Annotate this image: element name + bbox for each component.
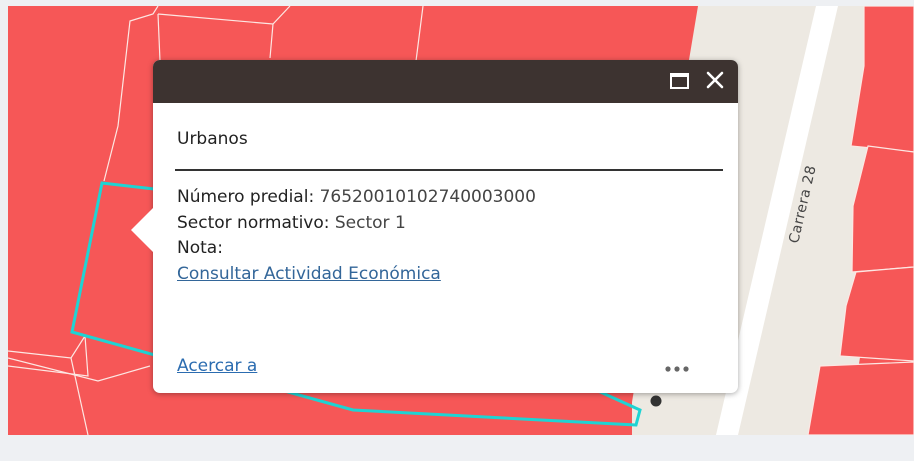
more-actions-button[interactable]: [659, 359, 699, 379]
map-application: Carrera 28 Urbanos Número predial: 76520…: [0, 0, 914, 461]
more-icon: [665, 366, 689, 372]
popup-header: [153, 60, 738, 103]
numero-predial-value: 76520010102740003000: [319, 187, 536, 207]
feature-popup: Urbanos Número predial: 7652001010274000…: [131, 60, 738, 393]
location-point-marker[interactable]: [650, 395, 662, 407]
numero-predial-label: Número predial:: [177, 187, 315, 207]
maximize-button[interactable]: [665, 66, 695, 96]
consultar-actividad-link[interactable]: Consultar Actividad Económica: [177, 264, 441, 284]
popup-content: Número predial: 76520010102740003000 Sec…: [177, 185, 536, 287]
zoom-to-link[interactable]: Acercar a: [177, 356, 257, 376]
popup-title: Urbanos: [177, 129, 248, 149]
nota-label: Nota:: [177, 238, 223, 258]
title-divider: [175, 169, 723, 171]
close-icon: [706, 71, 724, 89]
close-button[interactable]: [701, 66, 731, 96]
field-actividad: Consultar Actividad Económica: [177, 262, 536, 288]
field-numero-predial: Número predial: 76520010102740003000: [177, 185, 536, 211]
field-nota: Nota:: [177, 236, 536, 262]
sector-normativo-value: Sector 1: [334, 212, 406, 233]
field-sector-normativo: Sector normativo: Sector 1: [177, 211, 536, 237]
popup-pointer: [131, 208, 153, 252]
maximize-icon: [670, 73, 689, 89]
sector-normativo-label: Sector normativo:: [177, 212, 330, 233]
